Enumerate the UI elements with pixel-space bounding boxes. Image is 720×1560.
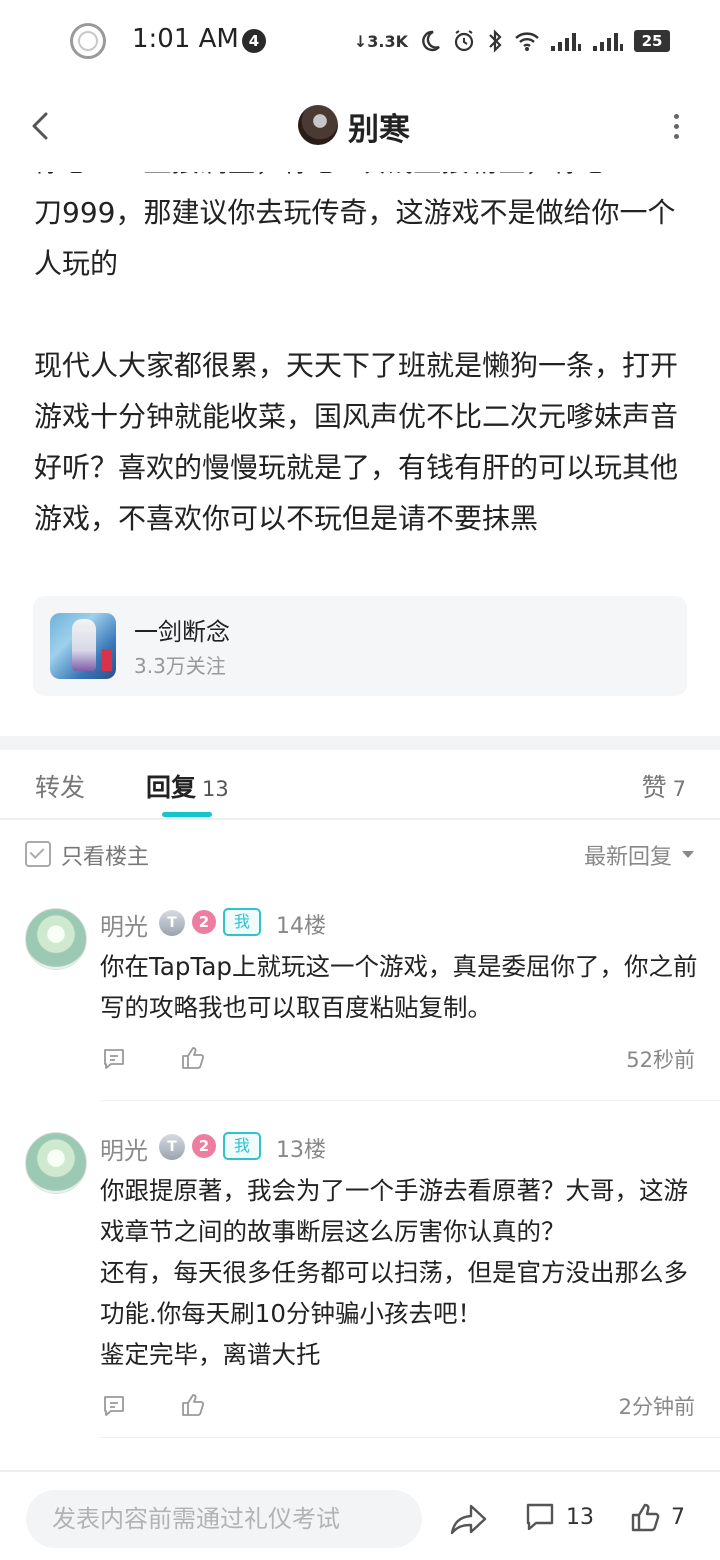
- game-followers: 3.3万关注: [134, 654, 226, 678]
- comment-button[interactable]: 13: [524, 1498, 594, 1536]
- game-card[interactable]: 一剑断念 3.3万关注: [33, 596, 687, 696]
- post-body: 你想648直接满星，你想6块钱直接霸区，你想 刀999，那建议你去玩传奇，这游戏…: [34, 136, 694, 544]
- battery-icon: 25: [634, 30, 670, 52]
- comment-line: 你在TapTap上就玩这一个游戏，真是委屈你了，你之前写的攻略我也可以取百度粘贴…: [100, 952, 698, 1022]
- verified-badge: T: [159, 1134, 185, 1160]
- tab-reply[interactable]: 回复 13: [146, 768, 229, 804]
- verified-badge: T: [159, 910, 185, 936]
- bottom-bar: 13 7: [0, 1470, 720, 1560]
- commenter-name[interactable]: 明光: [100, 1131, 148, 1166]
- sort-dropdown[interactable]: 最新回复: [584, 839, 672, 871]
- post-paragraph-2: 现代人大家都很累，天天下了班就是懒狗一条，打开游戏十分钟就能收菜，国风声优不比二…: [34, 349, 679, 535]
- network-speed-value: 3.3K: [367, 31, 408, 51]
- like-button[interactable]: 7: [629, 1498, 685, 1536]
- post-paragraph-1: 刀999，那建议你去玩传奇，这游戏不是做给你一个人玩的: [34, 196, 676, 280]
- floor-number: 13楼: [276, 1138, 326, 1163]
- ring-status-icon: [70, 23, 106, 59]
- status-time: 1:01 AM: [132, 24, 239, 54]
- more-options-icon[interactable]: [666, 114, 686, 140]
- me-tag: 我: [223, 1132, 261, 1160]
- section-divider: [0, 736, 720, 750]
- title-bar: 别寒: [0, 80, 720, 172]
- screen: 1:01 AM 4 ↓3.3K 25 你想648直接满星，你想6块钱直接霸区，你…: [0, 0, 720, 1560]
- tab-like-label: 赞: [641, 773, 667, 802]
- comment-text: 你跟提原著，我会为了一个手游去看原著？大哥，这游戏章节之间的故事断层这么厉害你认…: [100, 1170, 700, 1375]
- commenter-avatar[interactable]: [25, 1132, 87, 1194]
- comment-time: 52秒前: [626, 1048, 695, 1072]
- comment-divider: [100, 1100, 720, 1101]
- comment-line: 你跟提原著，我会为了一个手游去看原著？大哥，这游戏章节之间的故事断层这么厉害你认…: [100, 1176, 688, 1246]
- bluetooth-icon: [489, 29, 502, 53]
- me-tag: 我: [223, 908, 261, 936]
- filter-row: 只看楼主 最新回复: [0, 820, 720, 886]
- level-badge: 2: [192, 910, 216, 934]
- comment-divider: [100, 1437, 720, 1438]
- commenter-name[interactable]: 明光: [100, 907, 148, 942]
- only-op-checkbox[interactable]: [25, 841, 51, 867]
- thumbs-up-icon[interactable]: [180, 1045, 206, 1071]
- signal-1-icon: [551, 33, 581, 51]
- comment-icon: [526, 1503, 554, 1531]
- game-name: 一剑断念: [134, 618, 230, 646]
- commenter-avatar[interactable]: [25, 908, 87, 970]
- comment-item: 明光 T 2 我 13楼 你跟提原著，我会为了一个手游去看原著？大哥，这游戏章节…: [0, 1132, 720, 1432]
- tab-reply-count: 13: [202, 777, 229, 801]
- signal-2-icon: [593, 33, 623, 51]
- tab-forward[interactable]: 转发: [35, 768, 85, 804]
- comment-time: 2分钟前: [618, 1395, 695, 1419]
- tab-reply-label: 回复: [146, 773, 197, 802]
- notification-count-badge: 4: [242, 29, 266, 53]
- caret-down-icon[interactable]: [682, 851, 694, 858]
- download-arrow-icon: ↓: [353, 31, 368, 51]
- tab-like-count: 7: [672, 777, 686, 801]
- level-badge: 2: [192, 1134, 216, 1158]
- comment-text: 你在TapTap上就玩这一个游戏，真是委屈你了，你之前写的攻略我也可以取百度粘贴…: [100, 946, 700, 1028]
- like-count: 7: [671, 1504, 685, 1530]
- moon-icon: [422, 30, 440, 52]
- network-speed: ↓3.3K: [354, 32, 408, 51]
- alarm-icon: [454, 30, 474, 52]
- tab-like[interactable]: 赞7: [642, 768, 686, 804]
- page-title: 别寒: [348, 112, 410, 148]
- game-app-icon: [50, 613, 116, 679]
- wifi-icon: [515, 32, 539, 51]
- comment-input[interactable]: [26, 1490, 422, 1548]
- back-arrow-icon[interactable]: [22, 106, 62, 146]
- share-icon[interactable]: [449, 1500, 489, 1538]
- comment-item: 明光 T 2 我 14楼 你在TapTap上就玩这一个游戏，真是委屈你了，你之前…: [0, 908, 720, 1088]
- comment-count: 13: [566, 1504, 594, 1530]
- comment-line: 鉴定完毕，离谱大托: [100, 1340, 321, 1369]
- status-icons: ↓3.3K 25: [354, 24, 670, 58]
- post-paragraph-gap: [34, 289, 694, 340]
- only-op-label[interactable]: 只看楼主: [61, 839, 149, 871]
- comment-line: 还有，每天很多任务都可以扫荡，但是官方没出那么多功能.你每天刷10分钟骗小孩去吧…: [100, 1258, 688, 1328]
- thumbs-up-icon: [631, 1503, 660, 1532]
- floor-number: 14楼: [276, 914, 326, 939]
- active-tab-indicator: [162, 812, 212, 817]
- reply-icon[interactable]: [102, 1394, 126, 1418]
- status-bar: 1:01 AM 4 ↓3.3K 25: [0, 0, 720, 80]
- comment-tabs: 转发 回复 13 赞7: [0, 750, 720, 820]
- comment-actions: 2分钟前: [100, 1391, 695, 1425]
- comment-actions: 52秒前: [100, 1044, 695, 1078]
- thumbs-up-icon[interactable]: [180, 1392, 206, 1418]
- reply-icon[interactable]: [102, 1047, 126, 1071]
- author-avatar[interactable]: [298, 105, 338, 145]
